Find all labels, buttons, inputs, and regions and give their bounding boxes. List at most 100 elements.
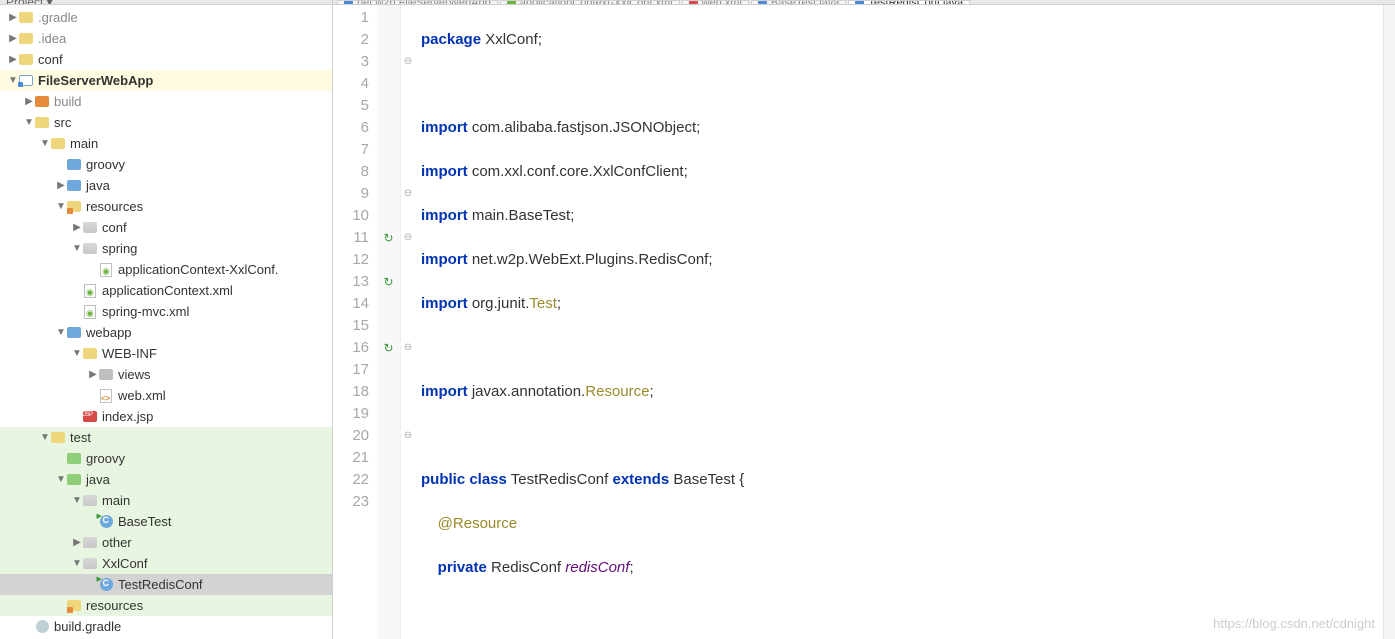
source-folder-icon xyxy=(67,159,81,170)
marker-gutter[interactable]: ↻↻↻ xyxy=(377,5,401,639)
folder-icon xyxy=(19,33,33,44)
folder-icon xyxy=(51,432,65,443)
tree-item-views[interactable]: views xyxy=(0,364,332,385)
chevron-down-icon[interactable] xyxy=(24,117,34,128)
code-text: BaseTest { xyxy=(669,471,744,488)
code-text: javax.annotation. xyxy=(468,383,586,400)
tree-item-java[interactable]: java xyxy=(0,175,332,196)
folder-icon xyxy=(51,138,65,149)
editor-tab[interactable]: web.xml xyxy=(682,0,749,5)
tree-item-gradle[interactable]: .gradle xyxy=(0,7,332,28)
tree-label: spring xyxy=(102,241,137,256)
folder-icon xyxy=(35,117,49,128)
code-editor[interactable]: 1234567891011121314151617181920212223 ↻↻… xyxy=(333,5,1395,639)
chevron-down-icon[interactable] xyxy=(56,327,66,338)
chevron-down-icon[interactable] xyxy=(56,201,66,212)
java-class-icon xyxy=(100,578,113,591)
tree-label: resources xyxy=(86,598,143,613)
tree-item-idea[interactable]: .idea xyxy=(0,28,332,49)
project-tree[interactable]: .gradle .idea conf FileServerWebApp buil… xyxy=(0,5,332,639)
tree-item-resources[interactable]: resources xyxy=(0,196,332,217)
tab-label: BaseTest.java xyxy=(771,0,839,5)
fold-gutter[interactable]: ⊖⊖⊖⊖⊖ xyxy=(401,5,415,639)
code-text: main.BaseTest; xyxy=(468,207,575,224)
tree-item-xxlconf[interactable]: XxlConf xyxy=(0,553,332,574)
tree-item-main[interactable]: main xyxy=(0,133,332,154)
tree-label: other xyxy=(102,535,132,550)
tree-item-java2[interactable]: java xyxy=(0,469,332,490)
tree-item-other[interactable]: other xyxy=(0,532,332,553)
package-icon xyxy=(83,537,97,548)
file-type-icon xyxy=(855,0,864,5)
chevron-down-icon[interactable] xyxy=(72,495,82,506)
editor-tab[interactable]: BaseTest.java xyxy=(751,0,846,5)
chevron-down-icon[interactable] xyxy=(40,138,50,149)
tree-label: FileServerWebApp xyxy=(38,73,153,88)
tree-item-build[interactable]: build xyxy=(0,91,332,112)
chevron-down-icon[interactable] xyxy=(8,75,18,86)
tree-item-indexjsp[interactable]: index.jsp xyxy=(0,406,332,427)
tree-item-groovy2[interactable]: groovy xyxy=(0,448,332,469)
tree-item-appctx[interactable]: applicationContext.xml xyxy=(0,280,332,301)
tree-item-webinf[interactable]: WEB-INF xyxy=(0,343,332,364)
tree-label: web.xml xyxy=(118,388,166,403)
line-number-gutter[interactable]: 1234567891011121314151617181920212223 xyxy=(333,5,377,639)
code-content[interactable]: package XxlConf; import com.alibaba.fast… xyxy=(415,5,1395,639)
tree-item-springmvc[interactable]: spring-mvc.xml xyxy=(0,301,332,322)
chevron-right-icon[interactable] xyxy=(8,12,18,23)
tree-label: java xyxy=(86,472,110,487)
package-icon xyxy=(83,222,97,233)
spring-config-icon xyxy=(84,305,96,319)
folder-icon xyxy=(99,369,113,380)
folder-icon xyxy=(35,96,49,107)
tree-item-test[interactable]: test xyxy=(0,427,332,448)
tree-item-appctx-xxl[interactable]: applicationContext-XxlConf. xyxy=(0,259,332,280)
tree-item-module[interactable]: FileServerWebApp xyxy=(0,70,332,91)
code-text: net.w2p.WebExt.Plugins.RedisConf; xyxy=(468,251,713,268)
file-type-icon xyxy=(689,0,698,5)
chevron-down-icon[interactable] xyxy=(56,474,66,485)
code-text: XxlConf; xyxy=(481,31,542,48)
tree-label: main xyxy=(70,136,98,151)
tree-label: groovy xyxy=(86,451,125,466)
tab-label: net.w2p.FileServerWebApp xyxy=(357,0,491,5)
editor-tab[interactable]: net.w2p.FileServerWebApp xyxy=(337,0,498,5)
tree-label: views xyxy=(118,367,151,382)
keyword: package xyxy=(421,31,481,48)
tree-label: webapp xyxy=(86,325,132,340)
chevron-right-icon[interactable] xyxy=(88,369,98,380)
tree-item-groovy[interactable]: groovy xyxy=(0,154,332,175)
tree-label: groovy xyxy=(86,157,125,172)
chevron-down-icon[interactable] xyxy=(72,348,82,359)
tree-item-resources2[interactable]: resources xyxy=(0,595,332,616)
tree-label: BaseTest xyxy=(118,514,171,529)
tree-item-conf[interactable]: conf xyxy=(0,49,332,70)
tree-item-main2[interactable]: main xyxy=(0,490,332,511)
class-name: TestRedisConf xyxy=(507,471,613,488)
code-text: com.alibaba.fastjson.JSONObject; xyxy=(468,119,701,136)
editor-tab[interactable]: applicationContext-XxlConf.xml xyxy=(500,0,680,5)
tree-item-conf2[interactable]: conf xyxy=(0,217,332,238)
chevron-right-icon[interactable] xyxy=(56,180,66,191)
chevron-right-icon[interactable] xyxy=(24,96,34,107)
tree-item-buildgradle[interactable]: build.gradle xyxy=(0,616,332,637)
editor-scrollbar[interactable] xyxy=(1383,5,1395,639)
tree-item-webxml[interactable]: web.xml xyxy=(0,385,332,406)
keyword: import xyxy=(421,251,468,268)
tree-item-spring[interactable]: spring xyxy=(0,238,332,259)
tree-label: java xyxy=(86,178,110,193)
chevron-right-icon[interactable] xyxy=(8,33,18,44)
chevron-right-icon[interactable] xyxy=(72,222,82,233)
tree-item-testredis[interactable]: TestRedisConf xyxy=(0,574,332,595)
chevron-right-icon[interactable] xyxy=(8,54,18,65)
chevron-down-icon[interactable] xyxy=(72,558,82,569)
tree-item-basetest[interactable]: BaseTest xyxy=(0,511,332,532)
code-text: RedisConf xyxy=(487,559,565,576)
chevron-right-icon[interactable] xyxy=(72,537,82,548)
editor-tab-active[interactable]: TestRedisConf.java xyxy=(848,0,970,5)
tree-item-webapp[interactable]: webapp xyxy=(0,322,332,343)
tree-item-src[interactable]: src xyxy=(0,112,332,133)
test-source-folder-icon xyxy=(67,474,81,485)
chevron-down-icon[interactable] xyxy=(72,243,82,254)
chevron-down-icon[interactable] xyxy=(40,432,50,443)
